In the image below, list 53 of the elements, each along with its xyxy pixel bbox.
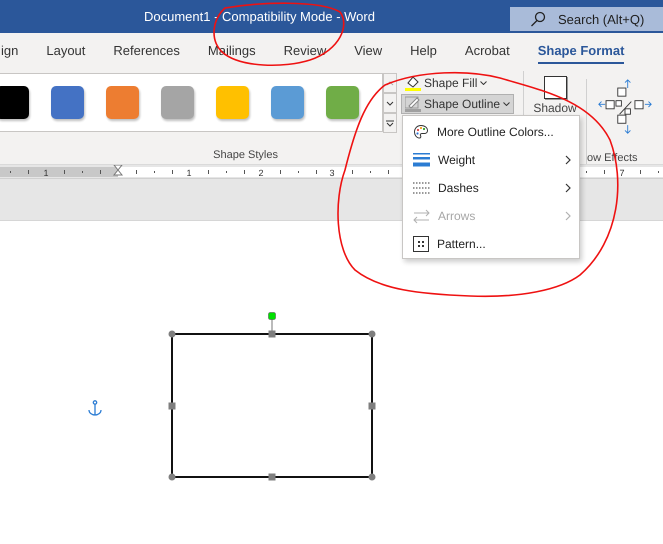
pattern-icon (413, 236, 429, 252)
gallery-more-button[interactable] (383, 113, 397, 133)
pencil-icon (405, 96, 421, 112)
menu-item[interactable]: Dashes (403, 174, 579, 202)
arrows-icon (413, 208, 430, 224)
ribbon-tab[interactable]: View (354, 36, 382, 64)
rectangle-shape[interactable] (168, 312, 376, 480)
shape-style-swatch[interactable] (216, 86, 249, 119)
ruler-number: 3 (330, 168, 334, 178)
ruler-number: 1 (44, 168, 48, 178)
caret-down-icon (386, 100, 394, 106)
shadow-nudge-icon[interactable] (595, 79, 655, 135)
shadow-icon[interactable] (544, 76, 566, 99)
dropdown-caret-icon (503, 102, 510, 106)
shadow-label: Shadow (533, 101, 577, 115)
ruler-number: 1 (186, 168, 192, 178)
anchor-icon (88, 400, 102, 416)
ribbon-tab[interactable]: Review (284, 36, 326, 64)
dropdown-caret-icon (480, 81, 488, 85)
shape-style-swatch[interactable] (271, 86, 304, 119)
ruler-number: 7 (620, 168, 624, 178)
search-field[interactable]: Search (Alt+Q) (510, 7, 663, 31)
caret-up-icon (386, 80, 394, 86)
ribbon-tab[interactable]: Shape Format (538, 36, 624, 64)
group-label: Shape Styles (213, 149, 278, 161)
chevron-icon (565, 211, 571, 221)
scroll-up-button[interactable] (383, 73, 397, 93)
ribbon-tab[interactable]: Help (410, 36, 437, 64)
ruler-number: 2 (258, 168, 264, 178)
chevron-icon (565, 155, 571, 165)
shape-fill-button[interactable]: Shape Fill (401, 73, 492, 93)
menu-item[interactable]: More Outline Colors... (403, 118, 579, 146)
shape-outline-button[interactable]: Shape Outline (401, 94, 514, 114)
shape-style-swatch[interactable] (106, 86, 139, 119)
scroll-down-button[interactable] (383, 93, 397, 113)
ribbon-tab[interactable]: Layout (46, 36, 86, 64)
menu-item[interactable]: Weight (403, 146, 579, 174)
expand-icon (386, 120, 394, 126)
dashes-icon (413, 182, 430, 194)
line-weight-icon (413, 152, 430, 168)
search-icon (530, 11, 546, 27)
paint-bucket-icon (405, 75, 421, 91)
chevron-icon (565, 183, 571, 193)
shape-style-swatch[interactable] (326, 86, 359, 119)
ribbon-tab[interactable]: References (113, 36, 180, 64)
ribbon-tab[interactable]: Acrobat (464, 36, 510, 64)
palette-icon (413, 124, 429, 140)
shape-style-swatch[interactable] (161, 86, 194, 119)
search-placeholder: Search (Alt+Q) (558, 12, 644, 26)
menu-item[interactable]: Pattern... (403, 230, 579, 258)
ribbon-tab[interactable]: ign (1, 36, 18, 64)
shape-style-swatch[interactable] (0, 86, 29, 119)
shape-style-swatch[interactable] (51, 86, 84, 119)
